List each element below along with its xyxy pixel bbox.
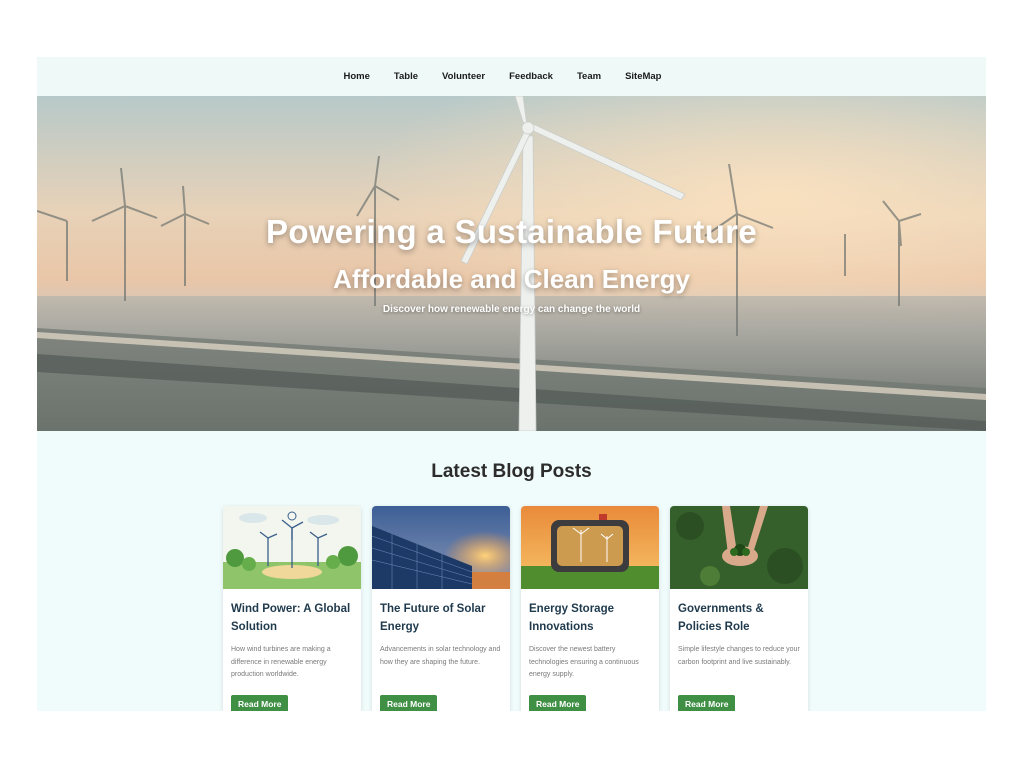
blog-card-description: Advancements in solar technology and how… — [380, 646, 501, 666]
top-nav: Home Table Volunteer Feedback Team SiteM… — [37, 57, 986, 96]
blog-card: The Future of Solar Energy Advancements … — [372, 506, 510, 711]
blog-card-title: Wind Power: A Global Solution — [231, 603, 351, 633]
read-more-button[interactable]: Read More — [678, 695, 736, 711]
blog-card-description: Simple lifestyle changes to reduce your … — [678, 646, 800, 666]
hero-tagline: Discover how renewable energy can change… — [382, 304, 641, 315]
hero-banner: Powering a Sustainable Future Affordable… — [37, 96, 986, 431]
read-more-button[interactable]: Read More — [380, 695, 438, 711]
read-more-button[interactable]: Read More — [231, 695, 289, 711]
nav-link-table[interactable]: Table — [394, 71, 418, 82]
nav-link-home[interactable]: Home — [343, 71, 369, 82]
blog-card-title: The Future of Solar Energy — [380, 603, 486, 633]
blog-section-title: Latest Blog Posts — [431, 461, 592, 482]
blog-card-description: How wind turbines are making a differenc… — [231, 646, 331, 678]
battery-field-sunset-image — [521, 506, 659, 589]
solar-panels-sunset-image — [372, 506, 510, 589]
blog-card-title: Governments & Policies Role — [678, 603, 764, 633]
wind-turbines-illustration — [223, 506, 361, 589]
hands-holding-plant-image — [670, 506, 808, 589]
hero-title: Powering a Sustainable Future — [266, 213, 757, 250]
nav-link-sitemap[interactable]: SiteMap — [625, 71, 661, 82]
read-more-button[interactable]: Read More — [529, 695, 587, 711]
blog-card-title: Energy Storage Innovations — [529, 603, 614, 633]
nav-link-feedback[interactable]: Feedback — [509, 71, 553, 82]
nav-link-volunteer[interactable]: Volunteer — [442, 71, 485, 82]
page-frame: Home Table Volunteer Feedback Team SiteM… — [37, 57, 986, 711]
hero-subtitle: Affordable and Clean Energy — [333, 264, 690, 294]
blog-card-description: Discover the newest battery technologies… — [529, 646, 639, 678]
hero-text: Powering a Sustainable Future Affordable… — [37, 96, 986, 431]
blog-card: Energy Storage Innovations Discover the … — [521, 506, 659, 711]
blog-card: Governments & Policies Role Simple lifes… — [670, 506, 808, 711]
nav-link-team[interactable]: Team — [577, 71, 601, 82]
blog-card: Wind Power: A Global Solution How wind t… — [223, 506, 361, 711]
nav-list: Home Table Volunteer Feedback Team SiteM… — [343, 71, 661, 82]
blog-card-list: Wind Power: A Global Solution How wind t… — [223, 506, 809, 711]
